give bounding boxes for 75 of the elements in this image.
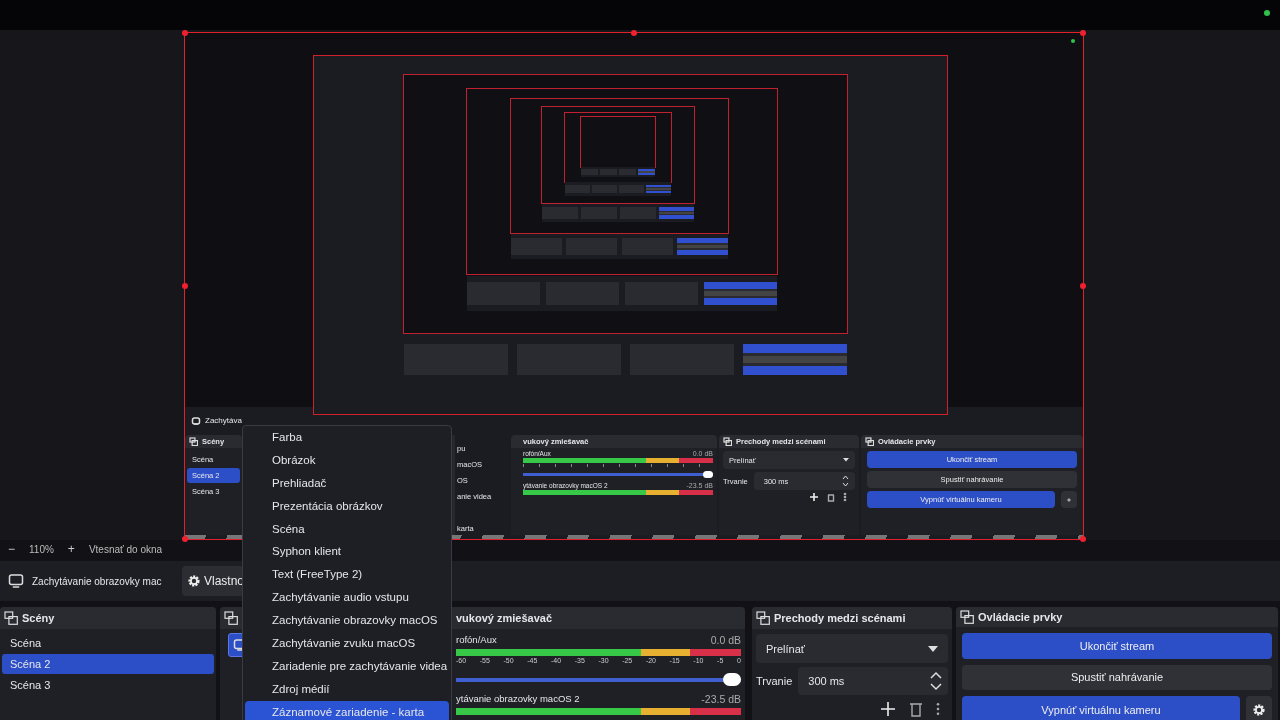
zoom-out-button[interactable]: − [6, 542, 17, 556]
zoom-value: 110% [29, 543, 54, 555]
menu-item[interactable]: Zdroj médií [245, 677, 449, 701]
panel-title: Ovládacie prvky [978, 611, 1063, 624]
control-button[interactable]: Ukončiť stream [962, 633, 1272, 659]
resize-handle[interactable] [1080, 283, 1086, 289]
source-name: Zachytávanie obrazovky mac [32, 575, 163, 587]
stepper-icon [842, 474, 849, 489]
resize-handle[interactable] [1080, 536, 1086, 542]
slider-thumb[interactable] [703, 471, 713, 479]
scene-item[interactable]: Scéna 3 [2, 675, 214, 695]
more-icon [936, 701, 940, 717]
settings-icon [187, 574, 201, 588]
dock-icon [4, 611, 18, 625]
duration-label: Trvanie [756, 675, 793, 687]
control-button[interactable]: Spustiť nahrávanie [962, 664, 1272, 690]
dock-icon [224, 611, 238, 625]
resize-handle[interactable] [631, 30, 637, 36]
settings-button[interactable] [1246, 696, 1272, 720]
channel-name: rofón/Aux [456, 634, 497, 646]
menu-item[interactable]: Zachytávanie zvuku macOS [245, 632, 449, 655]
panel-title: Scény [22, 612, 55, 624]
dock-icon [723, 437, 732, 447]
source-name: Zachytáva [205, 416, 242, 426]
menu-item[interactable]: Zachytávanie audio vstupu [245, 586, 449, 610]
panel-title: Prechody medzi scénami [774, 612, 906, 624]
channel-name: ytávanie obrazovky macOS 2 [456, 693, 580, 705]
panel-title: vukový zmiešavač [456, 612, 552, 624]
status-dot [1071, 39, 1075, 43]
caret-icon [843, 458, 849, 462]
scene-item[interactable]: Scéna 2 [2, 654, 214, 674]
menu-item[interactable]: Text (FreeType 2) [245, 563, 449, 587]
menu-item[interactable]: Zariadenie pre zachytávanie videa [245, 654, 449, 678]
dropdown-value: Vtesnať do okna [88, 543, 163, 555]
transition-dropdown[interactable]: Prelínať [756, 634, 948, 663]
add-icon [880, 701, 896, 717]
resize-handle[interactable] [182, 283, 188, 289]
monitor-icon [191, 415, 201, 426]
button-label: Vlastno [203, 574, 244, 588]
resize-handle[interactable] [182, 536, 188, 542]
duration-field[interactable]: 300 ms [798, 667, 948, 695]
add-icon [809, 492, 819, 503]
resize-handle[interactable] [182, 30, 188, 36]
menu-item[interactable]: Syphon klient [245, 540, 449, 564]
settings-icon [1252, 702, 1266, 717]
trash-icon [908, 701, 924, 717]
dock-icon [189, 437, 198, 447]
caret-icon [928, 645, 938, 652]
dock-icon [865, 437, 874, 447]
dropdown-value: Prelínať [766, 642, 805, 655]
scene-item[interactable]: Scéna [2, 633, 214, 653]
menu-item[interactable]: Farba [245, 426, 449, 449]
control-button[interactable]: Vypnúť virtuálnu kameru [962, 696, 1240, 720]
duration-value: 300 ms [808, 675, 845, 687]
trash-icon [826, 492, 836, 503]
menu-item[interactable]: Záznamové zariadenie - karta [245, 700, 449, 720]
stepper-icon [930, 670, 942, 692]
status-dot [1264, 10, 1270, 16]
dock-icon [756, 611, 770, 625]
monitor-icon [8, 573, 24, 589]
more-icon [843, 492, 847, 503]
dock-icon [960, 610, 974, 625]
properties-button[interactable]: Vlastno [182, 566, 244, 596]
settings-icon [1067, 495, 1071, 504]
slider-thumb[interactable] [723, 673, 741, 686]
zoom-in-button[interactable]: + [65, 542, 77, 556]
menu-item[interactable]: Scéna [245, 517, 449, 541]
menu-item[interactable]: Obrázok [245, 448, 449, 472]
volume-reading: -23.5 dB [701, 693, 741, 705]
volume-reading: 0.0 dB [710, 634, 741, 646]
menu-item[interactable]: Zachytávanie obrazovky macOS [245, 609, 449, 632]
volume-slider[interactable] [523, 471, 713, 479]
resize-handle[interactable] [1080, 30, 1086, 36]
menu-item[interactable]: Prezentácia obrázkov [245, 494, 449, 518]
menu-item[interactable]: Prehliadač [245, 471, 449, 495]
